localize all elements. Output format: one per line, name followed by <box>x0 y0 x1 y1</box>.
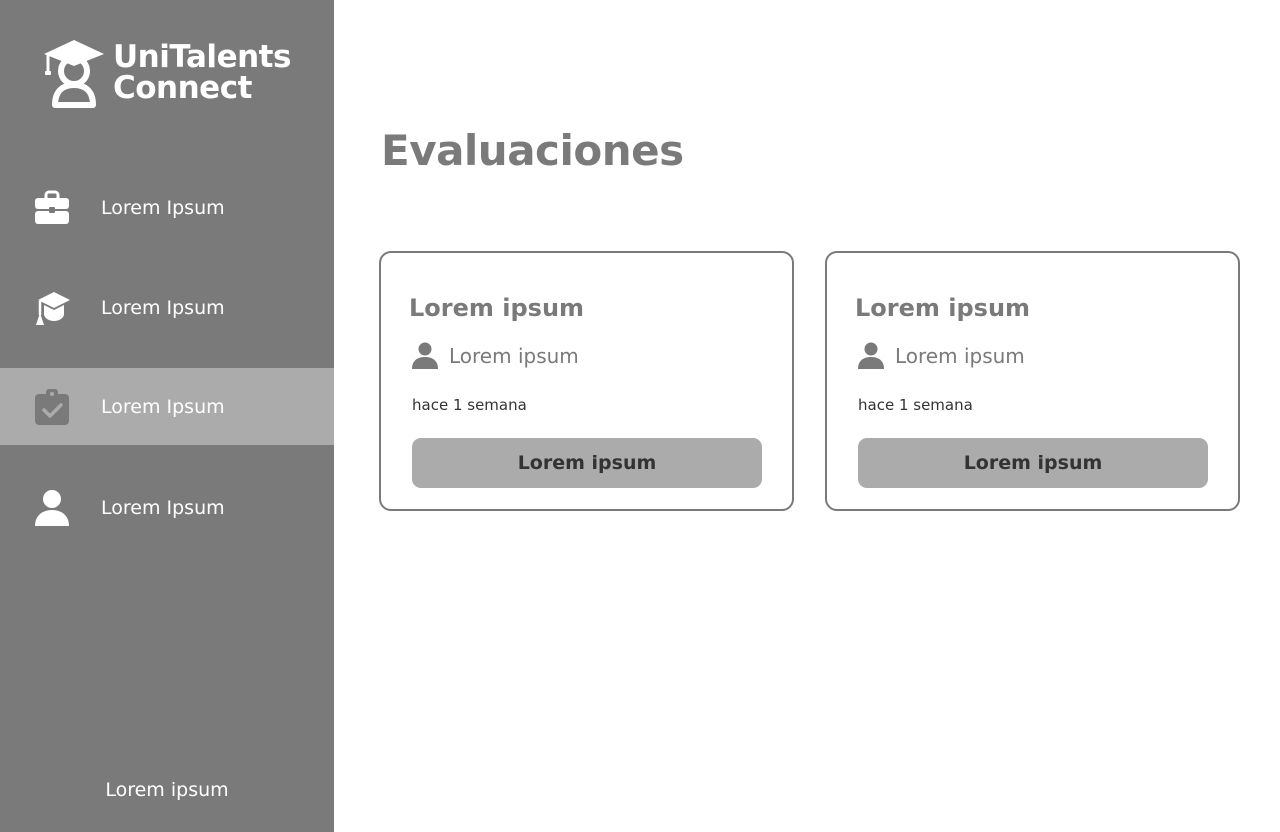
sidebar-footer-link[interactable]: Lorem ipsum <box>0 779 334 801</box>
evaluation-card: Lorem ipsum Lorem ipsum hace 1 semana Lo… <box>379 251 794 511</box>
card-action-button[interactable]: Lorem ipsum <box>412 438 762 488</box>
app-name-line1: UniTalents <box>113 39 291 75</box>
briefcase-icon <box>33 189 71 227</box>
app-name: UniTalents Connect <box>113 42 291 104</box>
card-user-name: Lorem ipsum <box>895 344 1025 368</box>
card-timestamp: hace 1 semana <box>412 396 527 414</box>
card-user-name: Lorem ipsum <box>449 344 579 368</box>
card-user: Lorem ipsum <box>411 342 579 370</box>
sidebar: UniTalents Connect Lorem Ipsum Lorem Ips… <box>0 0 334 832</box>
card-title: Lorem ipsum <box>855 294 1031 322</box>
card-user: Lorem ipsum <box>857 342 1025 370</box>
clipboard-check-icon <box>33 388 71 426</box>
page-title: Evaluaciones <box>381 126 684 175</box>
card-title: Lorem ipsum <box>409 294 585 322</box>
person-icon <box>33 489 71 527</box>
evaluation-card: Lorem ipsum Lorem ipsum hace 1 semana Lo… <box>825 251 1240 511</box>
sidebar-item-jobs[interactable]: Lorem Ipsum <box>0 169 334 246</box>
sidebar-item-profile[interactable]: Lorem Ipsum <box>0 469 334 546</box>
card-timestamp: hace 1 semana <box>858 396 973 414</box>
card-action-button[interactable]: Lorem ipsum <box>858 438 1208 488</box>
person-icon <box>412 342 438 369</box>
sidebar-item-label: Lorem Ipsum <box>101 395 225 418</box>
graduate-person-logo-icon <box>44 40 104 108</box>
app-name-line2: Connect <box>113 70 252 106</box>
app-logo[interactable]: UniTalents Connect <box>42 38 291 108</box>
sidebar-item-evaluations[interactable]: Lorem Ipsum <box>0 368 334 445</box>
graduation-cap-icon <box>33 289 71 327</box>
sidebar-item-label: Lorem Ipsum <box>101 296 225 319</box>
person-icon <box>858 342 884 369</box>
sidebar-item-courses[interactable]: Lorem Ipsum <box>0 269 334 346</box>
sidebar-item-label: Lorem Ipsum <box>101 496 225 519</box>
sidebar-item-label: Lorem Ipsum <box>101 196 225 219</box>
